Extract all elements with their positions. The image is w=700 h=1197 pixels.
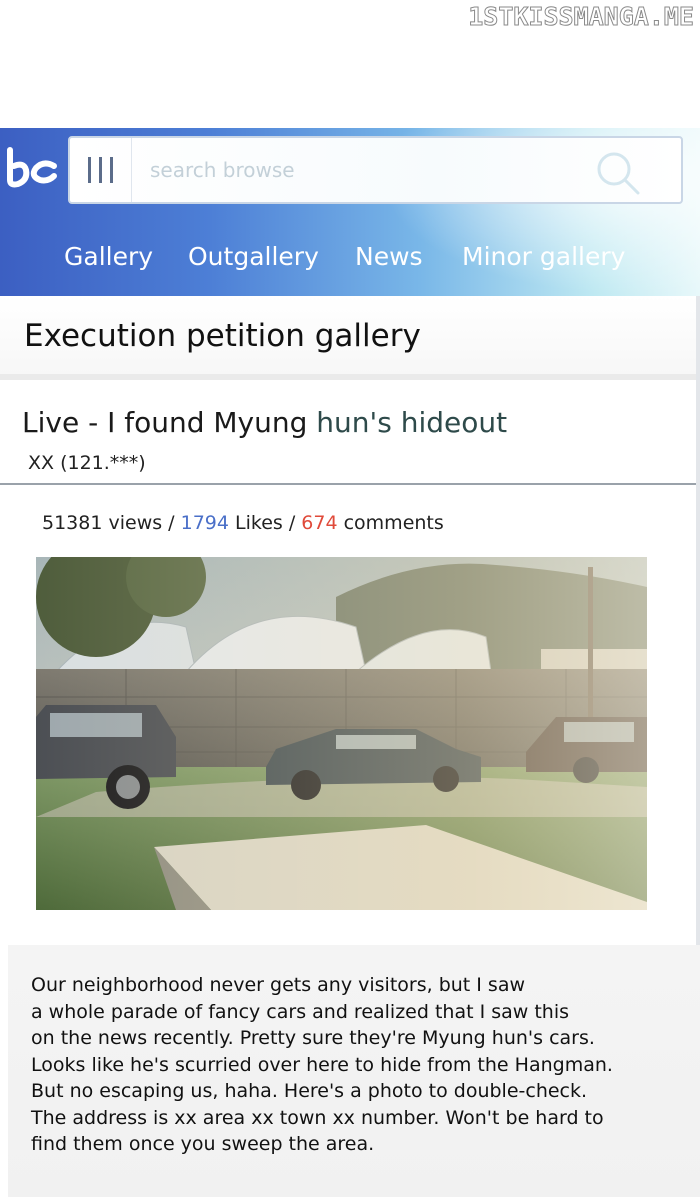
bc-logo-icon[interactable] bbox=[4, 142, 60, 192]
nav-item-news[interactable]: News bbox=[355, 242, 423, 271]
body-line: find them once you sweep the area. bbox=[31, 1133, 375, 1155]
body-line: on the news recently. Pretty sure they'r… bbox=[31, 1027, 595, 1049]
post-title[interactable]: Live - I found Myung hun's hideout bbox=[22, 406, 507, 439]
parking-lot-photo bbox=[36, 557, 647, 910]
body-line: But no escaping us, haha. Here's a photo… bbox=[31, 1080, 588, 1102]
likes-count: 1794 bbox=[180, 512, 229, 534]
search-bar bbox=[68, 136, 683, 204]
comments-label: comments bbox=[337, 512, 444, 534]
scroll-edge bbox=[696, 296, 700, 976]
body-line: Looks like he's scurried over here to hi… bbox=[31, 1053, 613, 1076]
gallery-title: Execution petition gallery bbox=[24, 318, 421, 354]
search-icon[interactable] bbox=[595, 150, 641, 196]
post-body-text: Our neighborhood never gets any visitors… bbox=[31, 972, 671, 1158]
post-title-main: Live - I found Myung bbox=[22, 406, 317, 439]
nav-item-outgallery[interactable]: Outgallery bbox=[188, 242, 319, 271]
nav-item-minor-gallery[interactable]: Minor gallery bbox=[462, 242, 625, 271]
search-input[interactable] bbox=[150, 146, 470, 194]
watermark: 1STKISSMANGA.ME bbox=[468, 2, 695, 32]
nav-item-gallery[interactable]: Gallery bbox=[64, 242, 153, 271]
body-line: a whole parade of fancy cars and realize… bbox=[31, 1000, 570, 1023]
post-title-tail: hun's hideout bbox=[316, 406, 508, 439]
menu-bars-icon[interactable] bbox=[70, 138, 132, 202]
gallery-header: Execution petition gallery bbox=[0, 296, 700, 380]
comments-count: 674 bbox=[301, 512, 338, 534]
body-line: The address is xx area xx town xx number… bbox=[31, 1106, 604, 1129]
views-label: views / bbox=[102, 512, 181, 534]
post-stats: 51381 views / 1794 Likes / 674 comments bbox=[42, 512, 444, 534]
nav-bar: Gallery Outgallery News Minor gallery bbox=[0, 220, 700, 296]
divider bbox=[0, 483, 696, 485]
browser-header: Gallery Outgallery News Minor gallery bbox=[0, 128, 700, 296]
likes-label: Likes / bbox=[228, 512, 302, 534]
post-author: XX (121.***) bbox=[28, 452, 146, 474]
body-line: Our neighborhood never gets any visitors… bbox=[31, 974, 526, 996]
views-count: 51381 bbox=[42, 512, 103, 534]
